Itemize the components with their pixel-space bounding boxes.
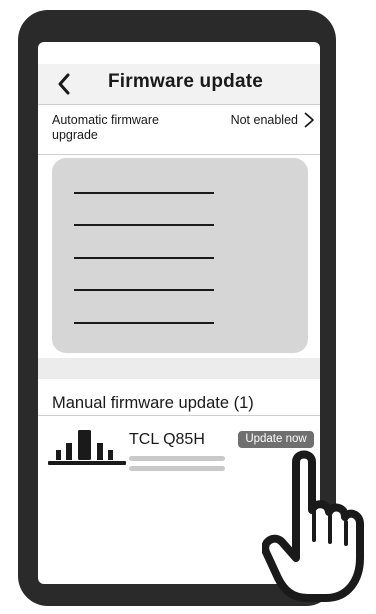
device-name: TCL Q85H [129, 431, 205, 448]
placeholder-line [74, 257, 214, 259]
placeholder-line [74, 224, 214, 226]
page-title: Firmware update [108, 71, 264, 92]
automatic-upgrade-label: Automatic firmware upgrade [52, 113, 159, 142]
manual-update-title: Manual firmware update (1) [52, 394, 254, 412]
placeholder-line [74, 289, 214, 291]
placeholder-line [74, 322, 214, 324]
back-button[interactable] [52, 70, 76, 98]
chevron-left-icon [58, 73, 70, 95]
placeholder-panel [52, 158, 308, 353]
pointing-hand-icon [262, 450, 364, 602]
device-info-placeholder [129, 456, 225, 461]
automatic-upgrade-row[interactable]: Automatic firmware upgrade Not enabled [38, 105, 320, 154]
divider [38, 154, 320, 155]
chevron-right-icon [304, 112, 314, 128]
placeholder-line [74, 192, 214, 194]
header-bar: Firmware update [38, 64, 320, 104]
section-gap [38, 358, 320, 379]
soundbar-icon [48, 430, 126, 465]
automatic-upgrade-status: Not enabled [230, 113, 298, 127]
device-info-placeholder [129, 466, 225, 471]
